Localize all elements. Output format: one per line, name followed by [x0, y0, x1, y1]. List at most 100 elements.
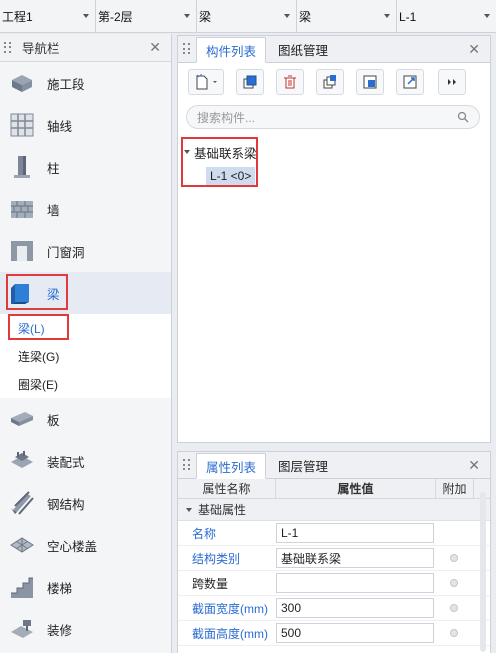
search-placeholder: 搜索构件... — [197, 110, 256, 125]
nav-item-label: 楼梯 — [47, 581, 73, 596]
floor-select-value: 第-2层 — [98, 10, 133, 24]
nav-item-prefab[interactable]: 装配式 — [0, 440, 171, 482]
tab-layer-management[interactable]: 图层管理 — [269, 452, 337, 478]
drag-handle-icon[interactable] — [4, 41, 14, 54]
nav-item-door-window[interactable]: 门窗洞 — [0, 230, 171, 272]
property-value-input[interactable]: 300 — [276, 598, 434, 618]
category-select-value: 梁 — [199, 10, 212, 24]
nav-item-column[interactable]: 柱 — [0, 146, 171, 188]
property-tabs: 属性列表 图层管理 ✕ — [178, 452, 490, 479]
drag-handle-icon[interactable] — [183, 459, 193, 471]
floor-select[interactable]: 第-2层 — [96, 0, 197, 33]
wall-icon — [11, 201, 33, 218]
tree-highlight — [181, 137, 258, 187]
property-name: 截面高度(mm) — [192, 626, 268, 641]
copy-component-button[interactable] — [236, 69, 264, 95]
property-value-input[interactable]: 基础联系梁 — [276, 548, 434, 568]
collapse-caret-icon[interactable] — [186, 507, 192, 512]
component-select-value: L-1 — [399, 9, 417, 24]
import-component-button[interactable] — [356, 69, 384, 95]
nav-item-wall[interactable]: 墙 — [0, 188, 171, 230]
property-name: 结构类别 — [192, 551, 241, 566]
export-icon — [403, 75, 417, 89]
prefab-icon — [11, 451, 33, 468]
nav-item-label: 轴线 — [47, 119, 73, 134]
nav-item-grid-axis[interactable]: 轴线 — [0, 104, 171, 146]
component-tabs: 构件列表 图纸管理 ✕ — [178, 36, 490, 63]
nav-item-construction-section[interactable]: 施工段 — [0, 62, 171, 104]
type-select[interactable]: 梁 — [297, 0, 397, 33]
nav-item-stair[interactable]: 楼梯 — [0, 566, 171, 608]
extra-checkbox[interactable] — [450, 629, 458, 637]
nav-item-label: 空心楼盖 — [47, 539, 98, 554]
slab-icon — [11, 412, 33, 426]
navigation-panel: 导航栏 ✕ 施工段 轴线 柱 墙 门窗洞 梁 梁(L) 连梁(G) 圈梁(E) … — [0, 34, 172, 653]
decoration-icon — [11, 620, 33, 638]
nav-item-beam[interactable]: 梁 — [0, 272, 171, 314]
chevron-down-icon — [384, 14, 390, 18]
type-select-value: 梁 — [299, 10, 312, 24]
property-row-span-count: 跨数量 — [178, 571, 490, 596]
nav-subitem-ring-beam[interactable]: 圈梁(E) — [0, 370, 171, 398]
delete-component-button[interactable] — [276, 69, 304, 95]
navigation-header: 导航栏 ✕ — [0, 34, 171, 62]
close-icon[interactable]: ✕ — [468, 458, 480, 472]
copy-to-floor-button[interactable] — [316, 69, 344, 95]
category-select[interactable]: 梁 — [197, 0, 297, 33]
property-row-section-height: 截面高度(mm) 500 — [178, 621, 490, 646]
project-select[interactable]: 工程1 — [0, 0, 96, 33]
extra-checkbox[interactable] — [450, 604, 458, 612]
stair-icon — [11, 577, 33, 598]
beam-highlight — [6, 274, 68, 310]
tab-property-list[interactable]: 属性列表 — [196, 453, 267, 479]
component-select[interactable]: L-1 — [397, 0, 496, 33]
import-icon — [363, 75, 377, 89]
grid-axis-icon — [10, 113, 34, 137]
close-icon[interactable]: ✕ — [468, 42, 480, 56]
nav-item-hollow-floor[interactable]: 空心楼盖 — [0, 524, 171, 566]
component-search-input[interactable]: 搜索构件... — [186, 105, 480, 129]
property-group-basic[interactable]: 基础属性 — [178, 499, 490, 521]
more-tools-button[interactable] — [438, 69, 466, 95]
property-value-input[interactable]: 500 — [276, 623, 434, 643]
tab-drawing-management[interactable]: 图纸管理 — [269, 36, 337, 62]
layers-copy-icon — [323, 75, 336, 89]
nav-item-label: 板 — [47, 413, 60, 428]
chevron-down-icon — [484, 14, 490, 18]
export-component-button[interactable] — [396, 69, 424, 95]
property-value-input[interactable]: L-1 — [276, 523, 434, 543]
extra-checkbox[interactable] — [450, 579, 458, 587]
property-extra — [434, 554, 474, 562]
construction-section-icon — [12, 75, 32, 92]
drag-handle-icon[interactable] — [183, 43, 193, 55]
property-value-input[interactable] — [276, 573, 434, 593]
component-list-panel: 构件列表 图纸管理 ✕ 搜索构件... 基础联系梁 L-1 <0> — [177, 35, 491, 443]
nav-item-steel-structure[interactable]: 钢结构 — [0, 482, 171, 524]
steel-structure-icon — [11, 491, 34, 515]
nav-item-slab[interactable]: 板 — [0, 398, 171, 440]
search-icon — [457, 111, 469, 123]
tab-component-list[interactable]: 构件列表 — [196, 37, 267, 63]
nav-subitem-coupling-beam[interactable]: 连梁(G) — [0, 342, 171, 370]
column-icon — [14, 156, 30, 178]
nav-item-decoration[interactable]: 装修 — [0, 608, 171, 650]
property-group-label: 基础属性 — [198, 503, 247, 517]
door-window-icon — [11, 241, 33, 261]
column-property-name: 属性名称 — [178, 479, 276, 498]
new-component-button[interactable] — [188, 69, 224, 95]
property-extra — [434, 604, 474, 612]
chevron-down-icon — [83, 14, 89, 18]
column-property-value: 属性值 — [276, 479, 436, 498]
property-extra — [434, 629, 474, 637]
beam-submenu: 梁(L) 连梁(G) 圈梁(E) — [0, 314, 171, 398]
nav-item-label: 施工段 — [47, 77, 85, 92]
navigation-title: 导航栏 — [22, 42, 60, 56]
close-icon[interactable]: ✕ — [149, 40, 161, 54]
extra-checkbox[interactable] — [450, 554, 458, 562]
property-name: 名称 — [192, 526, 217, 541]
property-scrollbar[interactable] — [480, 492, 486, 652]
property-row-name: 名称 L-1 — [178, 521, 490, 546]
chevron-down-icon — [184, 14, 190, 18]
nav-item-label: 装修 — [47, 623, 73, 638]
nav-item-label: 墙 — [47, 203, 60, 218]
